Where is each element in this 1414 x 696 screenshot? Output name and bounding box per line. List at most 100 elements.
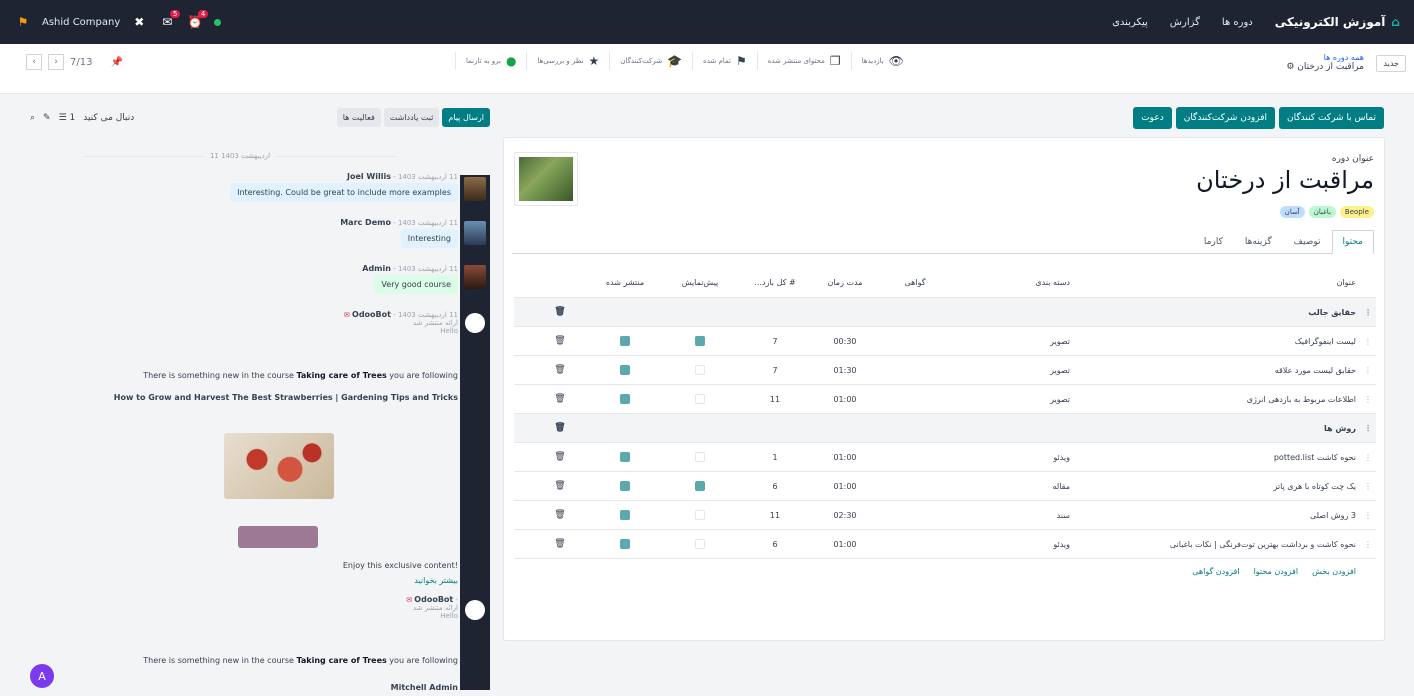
add-attendees-button[interactable]: افزودن شرکت‌کنندگان [1175,107,1276,129]
activities-button[interactable]: فعالیت ها [336,108,381,127]
avatar[interactable] [465,600,485,620]
tag-chip[interactable]: آسان [1279,206,1305,218]
content-title[interactable]: حقایق لیست مورد علاقه [1070,366,1360,375]
add-certification-link[interactable]: افزودن گواهی [1192,567,1239,576]
trash-icon[interactable]: 🗑 [554,394,565,404]
debug-tools-icon[interactable]: ✖ [130,13,148,31]
invite-button[interactable]: دعوت [1133,107,1172,129]
preview-checkbox[interactable] [695,365,705,375]
table-row[interactable]: ⋮ اطلاعات مربوط به بازدهی انرژی تصویر 01:00… [514,385,1376,414]
search-icon[interactable]: ⌕ [30,113,35,123]
preview-checkbox[interactable] [695,394,705,404]
pager-value[interactable]: 7/13 [70,57,92,68]
tag-chip[interactable]: باغبان [1308,206,1336,218]
add-content-link[interactable]: افزودن محتوا [1254,567,1299,576]
tags-field[interactable]: Beople باغبان آسان [1279,206,1374,218]
section-row[interactable]: ⋮ حقایق جالب 🗑 [514,298,1376,327]
table-row[interactable]: ⋮ لیست اینفوگرافیک تصویر 00:30 7 🗑 [514,327,1376,356]
follow-button[interactable]: دنبال می کنید [83,113,134,123]
message-author[interactable]: Admin [362,264,391,273]
trash-icon[interactable]: 🗑 [554,510,565,520]
settings-gear-icon[interactable]: ⚙ [1286,62,1294,72]
message-author[interactable]: Marc Demo [340,218,391,227]
section-title[interactable]: روش ها [1070,424,1360,433]
published-checkbox[interactable] [620,452,630,462]
col-preview[interactable]: پیش‌نمایش [660,278,740,287]
message-author[interactable]: OdooBot [414,595,453,604]
preview-checkbox[interactable] [695,452,705,462]
avatar[interactable] [465,313,485,333]
preview-checkbox[interactable] [695,481,705,491]
section-title[interactable]: حقایق جالب [1070,308,1360,317]
col-duration[interactable]: مدت زمان [810,278,880,287]
content-title[interactable]: 3 روش اصلی [1070,511,1360,520]
stat-go-to-website[interactable]: ● برو به تارنما [455,52,526,70]
drag-handle-icon[interactable]: ⋮ [1360,308,1376,317]
drag-handle-icon[interactable]: ⋮ [1360,482,1376,491]
stat-reviews[interactable]: ★ نظر و بررسی‌ها [526,52,609,70]
view-content-button[interactable] [238,526,318,548]
company-switcher[interactable]: Ashid Company [42,17,120,28]
col-total-views[interactable]: # کل بازد... [740,278,810,287]
new-button[interactable]: جدید [1376,55,1406,72]
tab-description[interactable]: توصیف [1283,230,1332,253]
content-title[interactable]: یک چت کوتاه با هری پاتر [1070,482,1360,491]
avatar[interactable] [464,265,486,289]
published-checkbox[interactable] [620,481,630,491]
published-checkbox[interactable] [620,394,630,404]
section-row[interactable]: ⋮ روش ها 🗑 [514,414,1376,443]
activity-icon[interactable]: ⏰ 4 [186,10,209,31]
menu-configuration[interactable]: پیکربندی [1112,17,1148,28]
breadcrumb-parent[interactable]: همه دوره ها [1286,53,1364,62]
drag-handle-icon[interactable]: ⋮ [1360,424,1376,433]
trash-icon[interactable]: 🗑 [554,423,565,433]
preview-checkbox[interactable] [695,510,705,520]
tab-content[interactable]: محتوا [1331,230,1374,254]
published-checkbox[interactable] [620,336,630,346]
trash-icon[interactable]: 🗑 [554,365,565,375]
paperclip-icon[interactable]: ✎ [43,113,51,123]
message-author[interactable]: OdooBot [352,310,391,319]
course-title[interactable]: مراقبت از درختان [1196,166,1374,194]
col-certification[interactable]: گواهی [880,278,950,287]
content-title[interactable]: اطلاعات مربوط به بازدهی انرژی [1070,395,1360,404]
message-author[interactable]: Joel Willis [347,172,391,181]
drag-handle-icon[interactable]: ⋮ [1360,511,1376,520]
stat-published-content[interactable]: ❐ محتوای منتشر شده [756,52,851,70]
tab-options[interactable]: گزینه‌ها [1234,230,1283,253]
drag-handle-icon[interactable]: ⋮ [1360,453,1376,462]
drag-handle-icon[interactable]: ⋮ [1360,366,1376,375]
menu-reporting[interactable]: گزارش [1170,17,1200,28]
pager-next-icon[interactable]: › [48,54,64,70]
trash-icon[interactable]: 🗑 [554,539,565,549]
stat-views[interactable]: 👁 بازدیدها [850,52,914,70]
content-title[interactable]: نحوه کاشت potted.list [1070,453,1360,462]
drag-handle-icon[interactable]: ⋮ [1360,395,1376,404]
trash-icon[interactable]: 🗑 [554,336,565,346]
tag-chip[interactable]: Beople [1339,206,1374,218]
followers-icon[interactable]: ☰ 1 [59,113,76,123]
drag-handle-icon[interactable]: ⋮ [1360,540,1376,549]
user-avatar-bubble[interactable]: A [30,664,54,688]
pager-prev-icon[interactable]: ‹ [26,54,42,70]
trash-icon[interactable]: 🗑 [554,452,565,462]
content-title[interactable]: نحوه کاشت و برداشت بهترین توت‌فرنگی | نک… [1070,540,1360,549]
app-brand[interactable]: ⌂ آموزش الکترونیکی [1275,15,1400,29]
pin-icon[interactable]: 📌 [110,57,122,68]
send-message-button[interactable]: ارسال پیام [442,108,490,127]
published-checkbox[interactable] [620,365,630,375]
drag-handle-icon[interactable]: ⋮ [1360,337,1376,346]
stat-finished[interactable]: ⚑ تمام شده [692,52,757,70]
course-image[interactable] [514,152,578,206]
table-row[interactable]: ⋮ نحوه کاشت و برداشت بهترین توت‌فرنگی | ن… [514,530,1376,559]
avatar[interactable] [464,221,486,245]
tab-karma[interactable]: کارما [1193,230,1234,253]
table-row[interactable]: ⋮ حقایق لیست مورد علاقه تصویر 01:30 7 🗑 [514,356,1376,385]
messaging-icon[interactable]: ✉ 5 [158,10,181,31]
published-checkbox[interactable] [620,510,630,520]
table-row[interactable]: ⋮ نحوه کاشت potted.list ویدئو 01:00 1 🗑 [514,443,1376,472]
contact-attendees-button[interactable]: تماس با شرکت کنندگان [1279,107,1384,129]
add-section-link[interactable]: افزودن بخش [1312,567,1356,576]
content-title[interactable]: لیست اینفوگرافیک [1070,337,1360,346]
col-published[interactable]: منتشر شده [590,278,660,287]
